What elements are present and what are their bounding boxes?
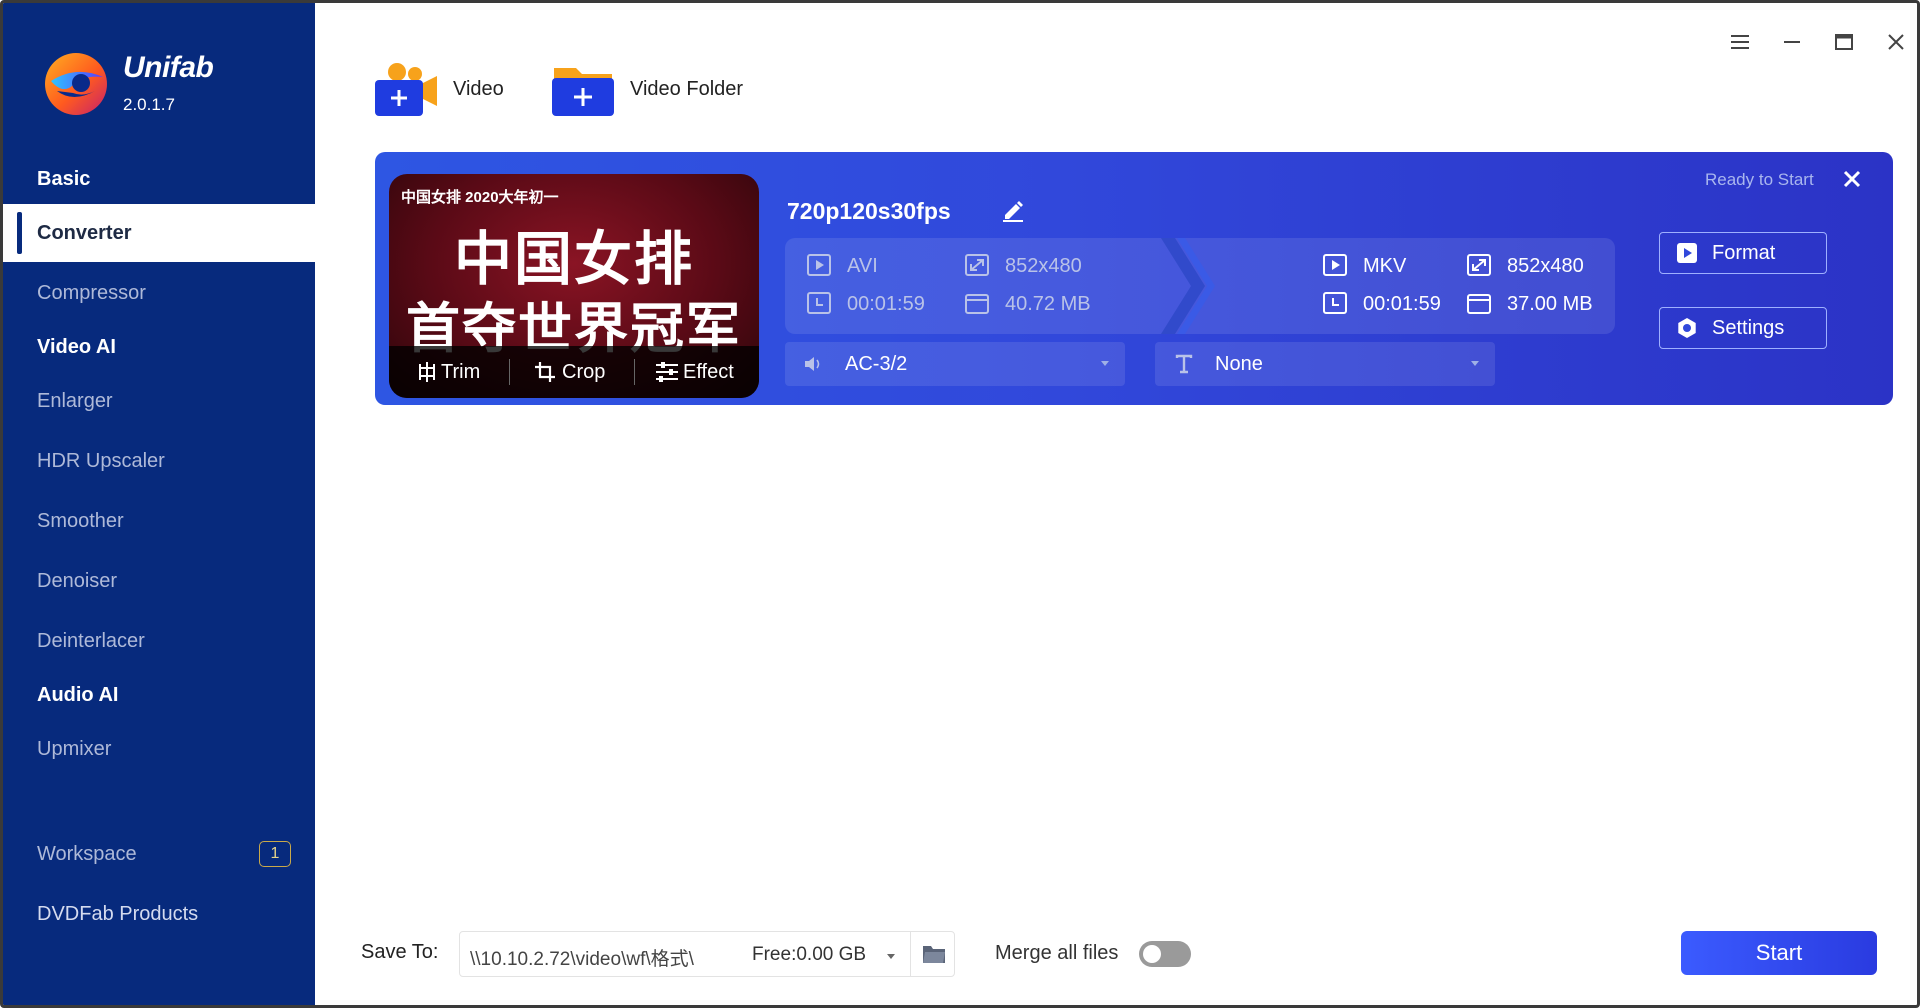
- free-space-text[interactable]: Free:0.00 GB: [752, 944, 866, 966]
- unifab-logo-icon: [45, 53, 107, 115]
- add-video-icon: [375, 63, 437, 116]
- field-divider: [910, 932, 911, 976]
- effect-icon: [656, 362, 678, 382]
- thumbnail-action-bar: Trim Crop Effect: [389, 346, 759, 398]
- output-duration: 00:01:59: [1323, 292, 1441, 316]
- thumbnail-caption: 中国女排 2020大年初一: [401, 189, 559, 206]
- minimize-button[interactable]: [1775, 25, 1809, 59]
- save-path-field[interactable]: \\10.10.2.72\video\wf\格式\ Free:0.00 GB: [459, 931, 955, 977]
- video-filename: 720p120s30fps: [787, 198, 951, 224]
- sidebar-item-enlarger[interactable]: Enlarger: [3, 372, 315, 430]
- sidebar-item-hdr-upscaler[interactable]: HDR Upscaler: [3, 432, 315, 490]
- app-name: Unifab: [123, 51, 214, 84]
- format-button[interactable]: Format: [1659, 232, 1827, 274]
- resolution-icon: [1467, 254, 1491, 276]
- save-to-label: Save To:: [361, 941, 439, 963]
- sidebar-item-upmixer[interactable]: Upmixer: [3, 720, 315, 778]
- sidebar-item-denoiser[interactable]: Denoiser: [3, 552, 315, 610]
- chevron-down-icon: [1471, 361, 1479, 366]
- conversion-task-card: 中国女排 2020大年初一 中国女排 首夺世界冠军 Trim Crop Effe…: [375, 152, 1893, 405]
- edit-filename-icon[interactable]: [1001, 198, 1025, 222]
- add-video-button[interactable]: Video: [375, 59, 504, 119]
- menu-icon: [1731, 35, 1749, 49]
- nav-section-basic: Basic: [37, 168, 91, 190]
- text-subtitle-icon: [1175, 354, 1193, 374]
- browse-folder-icon[interactable]: [922, 943, 946, 965]
- app-version: 2.0.1.7: [123, 95, 175, 114]
- merge-all-files-label: Merge all files: [995, 942, 1119, 964]
- effect-button[interactable]: Effect: [635, 346, 759, 398]
- sidebar-item-deinterlacer[interactable]: Deinterlacer: [3, 612, 315, 670]
- duration-icon: [807, 292, 831, 314]
- duration-icon: [1323, 292, 1347, 314]
- source-format: AVI: [807, 254, 878, 278]
- workspace-count-badge: 1: [259, 841, 291, 867]
- video-format-icon: [1323, 254, 1347, 276]
- audio-track-value: AC-3/2: [845, 352, 908, 375]
- subtitle-value: None: [1215, 352, 1263, 375]
- chevron-down-icon: [887, 954, 895, 959]
- task-status: Ready to Start: [1705, 170, 1814, 189]
- chevron-down-icon: [1101, 361, 1109, 366]
- menu-button[interactable]: [1723, 25, 1757, 59]
- add-video-folder-button[interactable]: Video Folder: [552, 59, 743, 119]
- format-button-label: Format: [1712, 241, 1776, 264]
- add-folder-icon: [552, 68, 614, 116]
- output-format: MKV: [1323, 254, 1406, 278]
- maximize-button[interactable]: [1827, 25, 1861, 59]
- source-duration: 00:01:59: [807, 292, 925, 316]
- settings-button-label: Settings: [1712, 316, 1785, 339]
- sidebar-item-smoother[interactable]: Smoother: [3, 492, 315, 550]
- source-resolution: 852x480: [965, 254, 1082, 278]
- add-video-label: Video: [453, 77, 504, 100]
- trim-button[interactable]: Trim: [389, 346, 509, 398]
- nav-section-audio-ai: Audio AI: [37, 684, 119, 706]
- remove-task-icon[interactable]: [1841, 168, 1863, 190]
- effect-label: Effect: [683, 360, 734, 383]
- subtitle-select[interactable]: None: [1155, 342, 1495, 386]
- app-window: Unifab 2.0.1.7 Basic Converter Compresso…: [0, 0, 1920, 1008]
- gear-icon: [1678, 318, 1696, 338]
- output-resolution: 852x480: [1467, 254, 1584, 278]
- maximize-icon: [1835, 34, 1853, 50]
- source-size: 40.72 MB: [965, 292, 1091, 316]
- sidebar-item-dvdfab-products[interactable]: DVDFab Products: [3, 885, 315, 943]
- resolution-icon: [965, 254, 989, 276]
- speaker-icon: [805, 357, 820, 371]
- file-size-icon: [1467, 294, 1491, 314]
- convert-arrow-icon: [1161, 238, 1215, 334]
- sidebar-item-converter[interactable]: Converter: [3, 204, 315, 262]
- start-button[interactable]: Start: [1681, 931, 1877, 975]
- file-size-icon: [965, 294, 989, 314]
- crop-button[interactable]: Crop: [510, 346, 634, 398]
- trim-icon: [419, 362, 435, 382]
- crop-label: Crop: [562, 360, 606, 383]
- merge-all-files-toggle[interactable]: [1139, 941, 1191, 967]
- audio-track-select[interactable]: AC-3/2: [785, 342, 1125, 386]
- format-play-icon: [1677, 243, 1697, 263]
- add-video-folder-label: Video Folder: [630, 77, 744, 100]
- nav-section-video-ai: Video AI: [37, 336, 116, 358]
- sidebar: Unifab 2.0.1.7 Basic Converter Compresso…: [3, 3, 315, 1005]
- save-path-value: \\10.10.2.72\video\wf\格式\: [470, 949, 694, 970]
- crop-icon: [535, 362, 555, 382]
- output-size: 37.00 MB: [1467, 292, 1593, 316]
- sidebar-item-label: Workspace: [37, 843, 137, 865]
- video-format-icon: [807, 254, 831, 276]
- close-window-button[interactable]: [1879, 25, 1913, 59]
- close-icon: [1888, 34, 1904, 50]
- sidebar-item-compressor[interactable]: Compressor: [3, 264, 315, 322]
- settings-button[interactable]: Settings: [1659, 307, 1827, 349]
- trim-label: Trim: [441, 360, 481, 383]
- minimize-icon: [1784, 41, 1800, 43]
- video-thumbnail[interactable]: 中国女排 2020大年初一 中国女排 首夺世界冠军 Trim Crop Effe…: [389, 174, 759, 398]
